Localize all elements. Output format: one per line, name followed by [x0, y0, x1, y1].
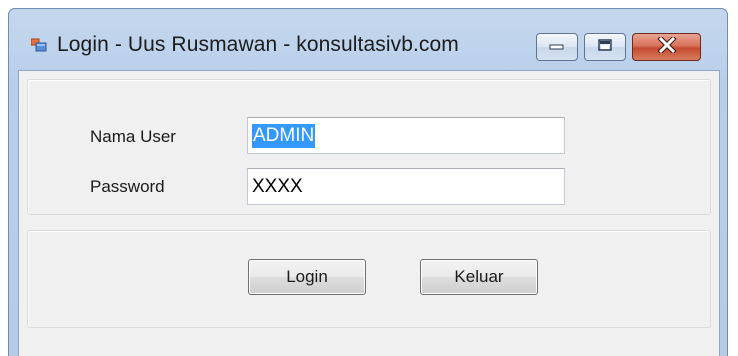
application-window-icon: [30, 37, 47, 53]
exit-button[interactable]: Keluar: [420, 259, 538, 295]
close-icon: [656, 34, 677, 58]
password-label: Password: [90, 177, 165, 196]
maximize-button[interactable]: [584, 33, 626, 61]
login-button-label: Login: [286, 267, 328, 286]
minimize-button[interactable]: [536, 33, 578, 61]
client-area: Nama User ADMIN Password XXXX Login Kelu…: [18, 70, 720, 356]
login-button[interactable]: Login: [248, 259, 366, 295]
title-bar[interactable]: Login - Uus Rusmawan - konsultasivb.com: [9, 9, 727, 67]
window-title: Login - Uus Rusmawan - konsultasivb.com: [57, 33, 459, 56]
exit-button-label: Keluar: [454, 267, 504, 286]
login-window: Login - Uus Rusmawan - konsultasivb.com: [8, 8, 728, 356]
username-label: Nama User: [90, 127, 176, 146]
maximize-icon: [597, 38, 613, 57]
password-field[interactable]: XXXX: [247, 168, 565, 205]
username-value: ADMIN: [252, 123, 316, 148]
credentials-group: Nama User ADMIN Password XXXX: [27, 79, 711, 215]
password-value: XXXX: [252, 175, 303, 197]
minimize-icon: [548, 38, 566, 56]
actions-group: Login Keluar: [27, 230, 711, 328]
username-field[interactable]: ADMIN: [247, 117, 565, 154]
close-button[interactable]: [632, 33, 701, 61]
